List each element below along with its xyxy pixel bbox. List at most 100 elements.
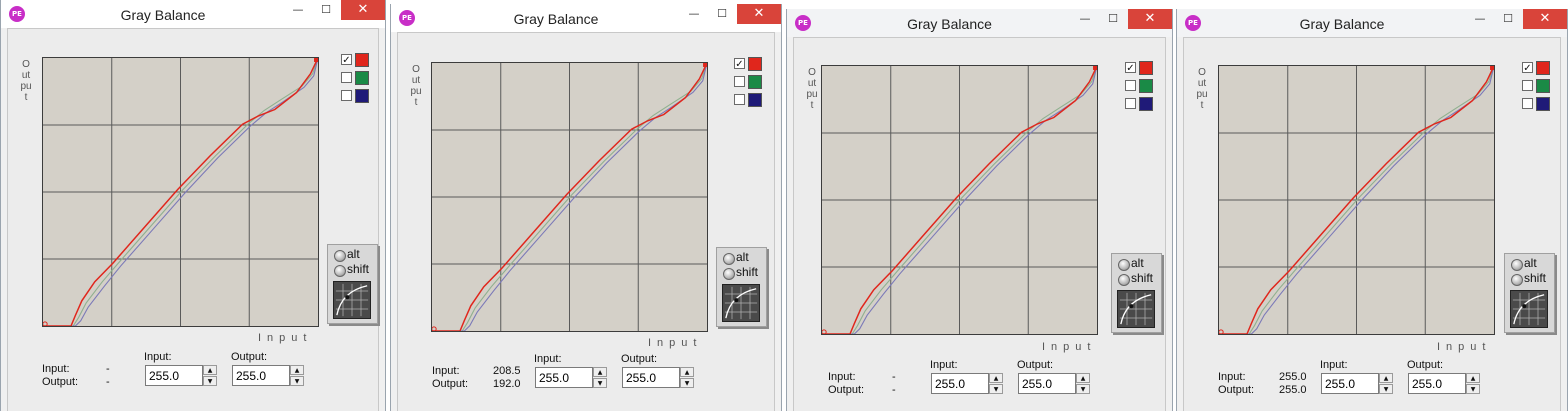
input-field[interactable] (1321, 373, 1379, 394)
channel-checkbox-green[interactable] (1522, 80, 1533, 91)
shift-radio[interactable] (334, 265, 346, 277)
modifier-panel: alt shift (1504, 253, 1555, 333)
channel-checkbox-blue[interactable] (1125, 98, 1136, 109)
channel-swatch-green[interactable] (355, 71, 369, 85)
spin-down-icon[interactable]: ▼ (593, 378, 607, 388)
channel-checkbox-red[interactable]: ✓ (734, 58, 745, 70)
input-spinner[interactable]: ▲▼ (535, 367, 607, 388)
app-icon: PE (399, 10, 415, 26)
alt-radio[interactable] (1511, 259, 1523, 271)
output-spinner[interactable]: ▲▼ (232, 365, 304, 386)
channel-checkbox-blue[interactable] (1522, 98, 1533, 109)
channel-checkbox-red[interactable]: ✓ (341, 54, 352, 66)
channel-swatch-green[interactable] (1139, 79, 1153, 93)
spin-down-icon[interactable]: ▼ (1466, 384, 1480, 394)
readout-input-label: Input: (1218, 371, 1246, 383)
curve-preset-button[interactable] (722, 284, 760, 322)
channel-swatch-red[interactable] (1536, 61, 1550, 75)
end-point[interactable] (1490, 66, 1494, 70)
maximize-button[interactable]: ☐ (1495, 9, 1521, 29)
curve-graph[interactable] (431, 62, 708, 332)
modifier-panel: alt shift (1111, 253, 1162, 333)
output-field[interactable] (1018, 373, 1076, 394)
channel-checkbox-green[interactable] (734, 76, 745, 87)
input-spinner[interactable]: ▲▼ (145, 365, 217, 386)
channel-checkbox-green[interactable] (1125, 80, 1136, 91)
spin-up-icon[interactable]: ▲ (593, 367, 607, 377)
alt-radio[interactable] (1118, 259, 1130, 271)
shift-label: shift (1524, 271, 1547, 285)
title-bar[interactable]: PE Gray Balance — ☐ ✕ (1177, 9, 1567, 37)
output-spinner[interactable]: ▲▼ (622, 367, 694, 388)
minimize-button[interactable]: — (681, 4, 707, 24)
curve-graph[interactable] (821, 65, 1098, 335)
window-body: Output Input ✓ alt shift Input: Output: 208.5 19… (397, 32, 775, 411)
curve-preset-button[interactable] (1510, 290, 1548, 328)
title-bar[interactable]: PE Gray Balance — ☐ ✕ (391, 4, 781, 32)
curve-graph[interactable] (1218, 65, 1495, 335)
channel-checkbox-red[interactable]: ✓ (1125, 62, 1136, 74)
output-field[interactable] (232, 365, 290, 386)
close-button[interactable]: ✕ (737, 4, 781, 24)
channel-checkbox-blue[interactable] (341, 90, 352, 101)
channel-checkbox-red[interactable]: ✓ (1522, 62, 1533, 74)
title-bar[interactable]: PE Gray Balance — ☐ ✕ (1, 0, 385, 28)
alt-radio[interactable] (723, 253, 735, 265)
curve-preset-button[interactable] (1117, 290, 1155, 328)
close-button[interactable]: ✕ (1523, 9, 1567, 29)
channel-swatch-blue[interactable] (1139, 97, 1153, 111)
input-spinner[interactable]: ▲▼ (931, 373, 1003, 394)
close-button[interactable]: ✕ (341, 0, 385, 20)
channel-checkbox-blue[interactable] (734, 94, 745, 105)
curve-graph[interactable] (42, 57, 319, 327)
spin-down-icon[interactable]: ▼ (290, 376, 304, 386)
spin-down-icon[interactable]: ▼ (203, 376, 217, 386)
channel-swatch-red[interactable] (748, 57, 762, 71)
output-field[interactable] (1408, 373, 1466, 394)
channel-swatch-red[interactable] (355, 53, 369, 67)
title-bar[interactable]: PE Gray Balance — ☐ ✕ (787, 9, 1172, 37)
input-spinner[interactable]: ▲▼ (1321, 373, 1393, 394)
spin-up-icon[interactable]: ▲ (1076, 373, 1090, 383)
input-field[interactable] (535, 367, 593, 388)
shift-radio[interactable] (723, 268, 735, 280)
minimize-button[interactable]: — (1467, 9, 1493, 29)
spin-up-icon[interactable]: ▲ (680, 367, 694, 377)
spin-down-icon[interactable]: ▼ (1076, 384, 1090, 394)
end-point[interactable] (703, 63, 707, 67)
channel-checkbox-green[interactable] (341, 72, 352, 83)
alt-radio[interactable] (334, 250, 346, 262)
channel-swatch-blue[interactable] (748, 93, 762, 107)
channel-swatch-blue[interactable] (1536, 97, 1550, 111)
input-field[interactable] (145, 365, 203, 386)
maximize-button[interactable]: ☐ (1100, 9, 1126, 29)
spin-up-icon[interactable]: ▲ (203, 365, 217, 375)
channel-swatch-red[interactable] (1139, 61, 1153, 75)
shift-label: shift (1131, 271, 1154, 285)
output-field[interactable] (622, 367, 680, 388)
spin-down-icon[interactable]: ▼ (989, 384, 1003, 394)
maximize-button[interactable]: ☐ (313, 0, 339, 20)
minimize-button[interactable]: — (285, 0, 311, 20)
output-spinner[interactable]: ▲▼ (1018, 373, 1090, 394)
minimize-button[interactable]: — (1072, 9, 1098, 29)
spin-down-icon[interactable]: ▼ (680, 378, 694, 388)
end-point[interactable] (314, 58, 318, 62)
channel-swatch-blue[interactable] (355, 89, 369, 103)
shift-radio[interactable] (1118, 274, 1130, 286)
end-point[interactable] (1093, 66, 1097, 70)
spin-down-icon[interactable]: ▼ (1379, 384, 1393, 394)
input-field[interactable] (931, 373, 989, 394)
output-field-label: Output: (231, 351, 268, 363)
close-button[interactable]: ✕ (1128, 9, 1172, 29)
spin-up-icon[interactable]: ▲ (1379, 373, 1393, 383)
channel-swatch-green[interactable] (1536, 79, 1550, 93)
shift-radio[interactable] (1511, 274, 1523, 286)
spin-up-icon[interactable]: ▲ (989, 373, 1003, 383)
spin-up-icon[interactable]: ▲ (1466, 373, 1480, 383)
spin-up-icon[interactable]: ▲ (290, 365, 304, 375)
output-spinner[interactable]: ▲▼ (1408, 373, 1480, 394)
maximize-button[interactable]: ☐ (709, 4, 735, 24)
channel-swatch-green[interactable] (748, 75, 762, 89)
curve-preset-button[interactable] (333, 281, 371, 319)
